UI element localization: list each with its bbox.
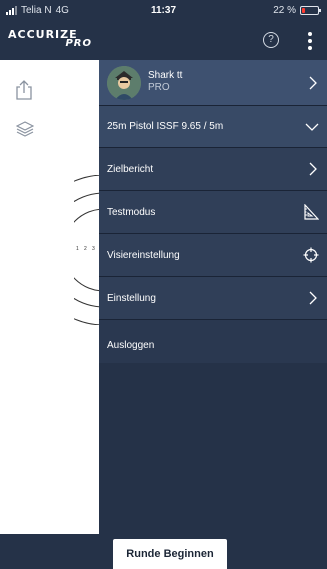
battery-percent: 22 % bbox=[273, 5, 296, 16]
menu-item-label: Visiereinstellung bbox=[107, 250, 180, 261]
profile-row[interactable]: Shark tt PRO bbox=[99, 60, 327, 106]
menu-item-testmodus[interactable]: Testmodus bbox=[99, 191, 327, 234]
status-right: 22 % bbox=[273, 5, 321, 16]
target-ring-label: 2 bbox=[84, 246, 87, 252]
app-header: ACCURIZE PRO ? bbox=[0, 22, 327, 60]
status-bar: Telia N 4G 11:37 22 % bbox=[0, 0, 327, 22]
share-icon[interactable] bbox=[15, 80, 33, 100]
target-ring-label: 1 bbox=[76, 246, 79, 252]
chevron-right-icon bbox=[309, 291, 317, 305]
ruler-triangle-icon bbox=[304, 204, 319, 220]
avatar-image bbox=[107, 66, 141, 100]
menu-item-visiereinstellung[interactable]: Visiereinstellung bbox=[99, 234, 327, 277]
layers-icon[interactable] bbox=[16, 120, 34, 138]
menu-item-ausloggen[interactable]: Ausloggen bbox=[99, 320, 327, 363]
chevron-right-icon bbox=[309, 76, 317, 90]
accurize-pro-logo: ACCURIZE PRO bbox=[8, 28, 94, 54]
discipline-select[interactable]: 25m Pistol ISSF 9.65 / 5m bbox=[99, 106, 327, 148]
avatar bbox=[107, 66, 141, 100]
menu-item-zielbericht[interactable]: Zielbericht bbox=[99, 148, 327, 191]
profile-name: Shark tt bbox=[148, 70, 183, 81]
chevron-down-icon bbox=[305, 123, 319, 131]
menu-item-einstellung[interactable]: Einstellung bbox=[99, 277, 327, 320]
chevron-right-icon bbox=[309, 162, 317, 176]
start-round-button[interactable]: Runde Beginnen bbox=[113, 539, 227, 569]
side-drawer: Shark tt PRO 25m Pistol ISSF 9.65 / 5m Z… bbox=[99, 60, 327, 534]
background-page: 1 2 3 bbox=[0, 60, 100, 534]
battery-icon bbox=[300, 6, 321, 15]
menu-item-label: Testmodus bbox=[107, 207, 156, 218]
discipline-label: 25m Pistol ISSF 9.65 / 5m bbox=[107, 121, 224, 132]
menu-item-label: Ausloggen bbox=[107, 340, 155, 351]
menu-item-label: Einstellung bbox=[107, 293, 156, 304]
crosshair-icon bbox=[303, 247, 319, 263]
bottom-bar: Runde Beginnen bbox=[0, 534, 327, 569]
help-icon[interactable]: ? bbox=[263, 32, 279, 48]
target-ring-label: 3 bbox=[92, 246, 95, 252]
menu-item-label: Zielbericht bbox=[107, 164, 154, 175]
more-vertical-icon[interactable] bbox=[306, 30, 314, 52]
profile-tier: PRO bbox=[148, 82, 170, 93]
